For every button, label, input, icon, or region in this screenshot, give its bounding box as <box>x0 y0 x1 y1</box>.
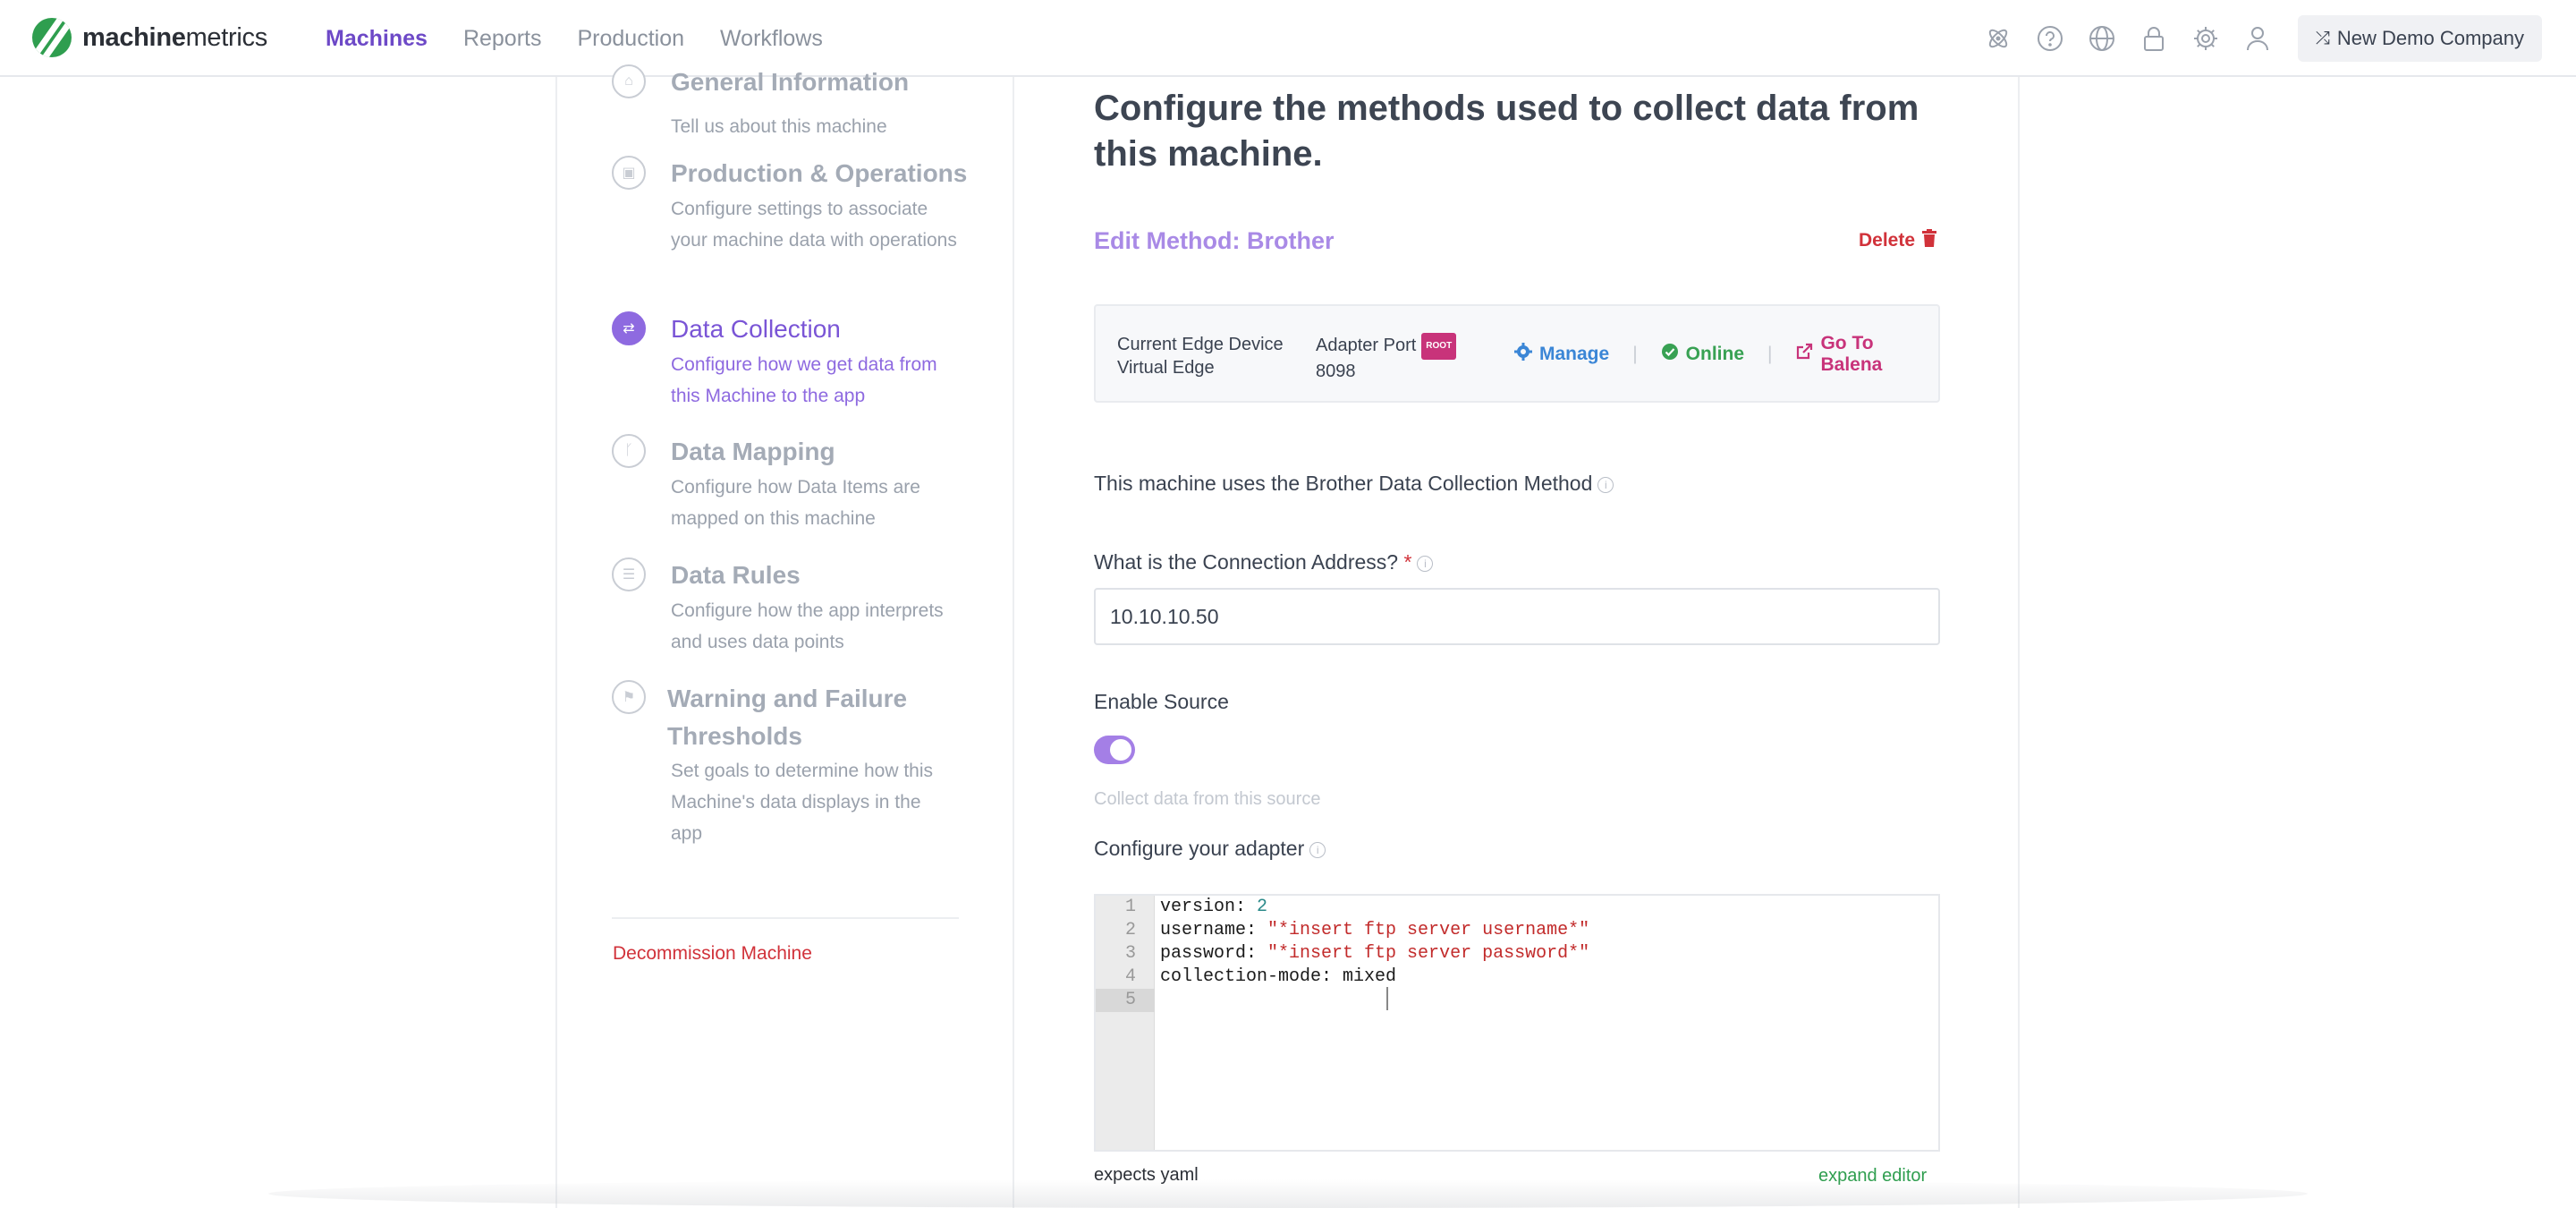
enable-source-hint: Collect data from this source <box>1094 789 1321 809</box>
connection-address-label: What is the Connection Address? * i <box>1094 550 1434 574</box>
home-icon: ⌂ <box>612 64 646 98</box>
content-right-border <box>2018 77 2020 1208</box>
logo-mark-icon <box>32 18 72 57</box>
code-line: password: "*insert ftp server password*" <box>1160 943 1590 964</box>
nav-machines[interactable]: Machines <box>326 26 428 52</box>
toggle-knob <box>1110 739 1131 761</box>
line-number: 5 <box>1124 990 1136 1010</box>
branch-icon: ᚴ <box>612 434 646 468</box>
device-actions: Manage | Online | Go To Balena <box>1514 333 1938 376</box>
code-line: collection-mode: mixed <box>1160 966 1397 987</box>
text-cursor <box>1386 987 1388 1010</box>
company-switcher-button[interactable]: ⤮ New Demo Company <box>2297 15 2542 62</box>
line-number: 4 <box>1124 966 1136 987</box>
company-name: New Demo Company <box>2336 27 2524 49</box>
configure-adapter-label: Configure your adapter i <box>1094 837 1326 861</box>
page-title: Configure the methods used to collect da… <box>1094 89 1919 174</box>
atom-icon[interactable] <box>1983 23 2013 54</box>
step-description: Tell us about this machine <box>671 116 887 137</box>
method-description: This machine uses the Brother Data Colle… <box>1094 472 1614 496</box>
separator: | <box>1632 344 1638 364</box>
connection-address-label-text: What is the Connection Address? <box>1094 550 1399 574</box>
connection-address-input[interactable] <box>1094 588 1940 645</box>
edge-device-panel: Current Edge Device Virtual Edge Adapter… <box>1094 304 1940 403</box>
manage-label: Manage <box>1539 344 1610 364</box>
step-title: Production & Operations <box>671 159 968 187</box>
sidebar-left-border <box>555 77 557 1208</box>
adapter-port-value: 8098 <box>1316 362 1356 381</box>
method-description-text: This machine uses the Brother Data Colle… <box>1094 472 1593 495</box>
gear-icon[interactable] <box>2190 23 2221 54</box>
required-marker: * <box>1403 550 1412 574</box>
status-label: Online <box>1685 344 1744 364</box>
adapter-port-label: Adapter Port <box>1316 336 1417 355</box>
online-status: Online <box>1661 343 1744 366</box>
edge-device-value: Virtual Edge <box>1117 358 1215 378</box>
trash-icon <box>1922 229 1937 252</box>
go-to-balena-link[interactable]: Go To Balena <box>1795 333 1938 376</box>
step-description: Configure settings to associate your mac… <box>671 199 957 251</box>
step-title: Data Mapping <box>671 438 835 465</box>
line-number: 1 <box>1124 897 1136 917</box>
check-circle-icon <box>1661 343 1679 366</box>
code-line: username: "*insert ftp server username*" <box>1160 920 1590 940</box>
step-title: Warning and Failure Thresholds <box>667 685 908 750</box>
separator: | <box>1767 344 1773 364</box>
step-description: Configure how the app interprets and use… <box>671 600 944 652</box>
enable-source-label: Enable Source <box>1094 690 1229 713</box>
sidebar-right-border <box>1013 77 1014 1208</box>
help-circle-icon[interactable] <box>2035 23 2065 54</box>
edit-method-heading: Edit Method: Brother <box>1094 227 1335 254</box>
adapter-code-editor[interactable]: 1 2 3 4 5 version: 2 username: "*insert … <box>1094 894 1940 1152</box>
top-navigation-bar: machinemetrics Machines Reports Producti… <box>0 0 2576 77</box>
step-description: Configure how Data Items are mapped on t… <box>671 477 920 529</box>
box-icon: ▣ <box>612 156 646 190</box>
line-number: 2 <box>1124 920 1136 940</box>
adapter-port-info: Adapter Port ROOT 8098 <box>1316 333 1457 383</box>
info-icon[interactable]: i <box>1309 842 1326 858</box>
balena-label: Go To Balena <box>1820 333 1883 375</box>
nav-workflows[interactable]: Workflows <box>720 26 823 52</box>
sidebar-divider <box>612 917 959 919</box>
manage-link[interactable]: Manage <box>1514 343 1609 366</box>
nav-reports[interactable]: Reports <box>463 26 542 52</box>
line-number: 3 <box>1124 943 1136 964</box>
edge-device-label: Current Edge Device <box>1117 335 1284 354</box>
flag-icon: ⚑ <box>612 680 646 714</box>
step-title: General Information <box>671 68 910 96</box>
step-description: Configure how we get data from this Mach… <box>671 354 937 406</box>
lock-icon[interactable] <box>2139 23 2169 54</box>
gear-icon <box>1514 343 1532 366</box>
delete-label: Delete <box>1859 230 1916 251</box>
configure-adapter-label-text: Configure your adapter <box>1094 837 1305 860</box>
step-title: Data Collection <box>671 315 841 343</box>
editor-gutter: 1 2 3 4 5 <box>1096 896 1155 1150</box>
step-description: Set goals to determine how this Machine'… <box>671 761 933 844</box>
bottom-shadow <box>268 1179 2308 1208</box>
logo-text: machinemetrics <box>82 22 267 52</box>
delete-method-button[interactable]: Delete <box>1859 229 1937 252</box>
shuffle-icon: ⤮ <box>2315 28 2330 48</box>
globe-icon[interactable] <box>2087 23 2117 54</box>
code-line: version: 2 <box>1160 897 1268 917</box>
info-icon[interactable]: i <box>1597 477 1614 493</box>
decommission-machine-link[interactable]: Decommission Machine <box>613 943 812 965</box>
user-icon[interactable] <box>2242 23 2273 54</box>
nav-production[interactable]: Production <box>577 26 684 52</box>
logo[interactable]: machinemetrics <box>32 18 267 57</box>
enable-source-toggle[interactable] <box>1094 736 1135 764</box>
info-icon[interactable]: i <box>1417 556 1434 572</box>
step-title: Data Rules <box>671 561 801 589</box>
external-link-icon <box>1795 343 1813 366</box>
exchange-icon: ⇄ <box>612 311 646 345</box>
root-badge: ROOT <box>1421 333 1457 360</box>
list-icon: ☰ <box>612 557 646 591</box>
edge-device-info: Current Edge Device Virtual Edge <box>1117 333 1284 379</box>
top-icon-group: ⤮ New Demo Company <box>1983 0 2576 77</box>
